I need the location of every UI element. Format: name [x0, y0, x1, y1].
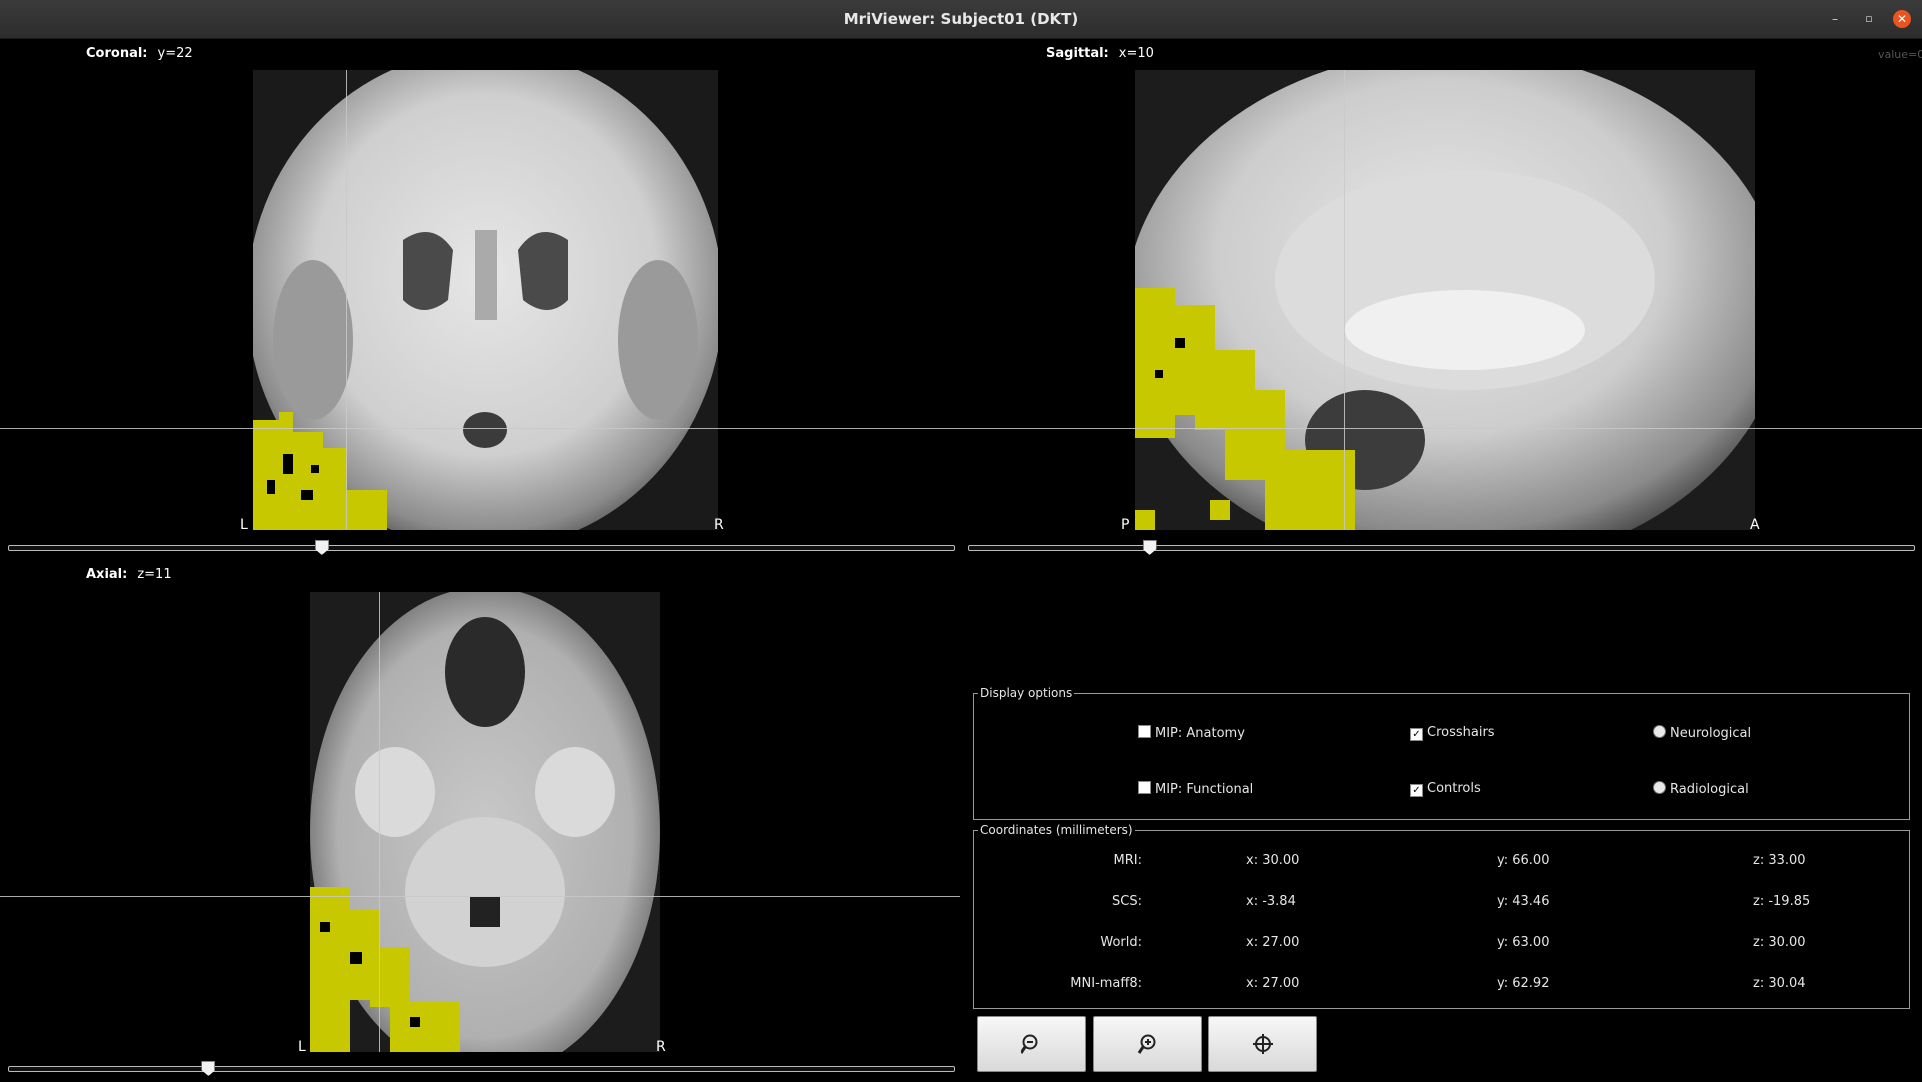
- checkbox-checked-icon[interactable]: ✓: [1410, 728, 1423, 741]
- title-bar: MriViewer: Subject01 (DKT) – ▫ ✕: [0, 0, 1922, 39]
- axial-crosshair-horizontal: [0, 896, 960, 897]
- center-crosshair-button[interactable]: [1208, 1016, 1317, 1072]
- coord-y-value: y: 43.46: [1497, 894, 1550, 909]
- controls-checkbox[interactable]: ✓ Controls: [1410, 781, 1481, 797]
- zoom-out-button[interactable]: [977, 1016, 1086, 1072]
- close-icon: ✕: [1896, 12, 1908, 26]
- zoom-out-icon: [1019, 1031, 1043, 1056]
- mip-anatomy-checkbox[interactable]: MIP: Anatomy: [1138, 725, 1245, 741]
- crosshairs-label: Crosshairs: [1427, 725, 1495, 740]
- checkbox-checked-icon[interactable]: ✓: [1410, 784, 1423, 797]
- neurological-radio[interactable]: Neurological: [1653, 725, 1751, 741]
- sagittal-image[interactable]: [1135, 70, 1755, 530]
- sagittal-coordinate: x=10: [1118, 46, 1154, 61]
- sagittal-anterior-label: A: [1750, 517, 1760, 533]
- coord-y-value: y: 62.92: [1497, 976, 1550, 991]
- axial-view-name: Axial:: [86, 567, 128, 582]
- zoom-in-icon: [1137, 1031, 1159, 1056]
- maximize-button[interactable]: ▫: [1860, 10, 1878, 28]
- sagittal-slider-handle[interactable]: [1142, 540, 1157, 555]
- coronal-left-label: L: [240, 517, 248, 533]
- axial-image[interactable]: [310, 592, 660, 1052]
- coronal-image[interactable]: [253, 70, 718, 530]
- coord-row-label: SCS:: [1112, 894, 1142, 909]
- coronal-right-label: R: [714, 517, 724, 533]
- coord-x-value: x: -3.84: [1246, 894, 1296, 909]
- coronal-crosshair-horizontal: [0, 428, 960, 429]
- radiological-label: Radiological: [1670, 782, 1749, 797]
- coronal-slider-handle[interactable]: [314, 540, 329, 555]
- minimize-icon: –: [1832, 12, 1838, 26]
- coord-row-label: World:: [1100, 935, 1142, 950]
- sagittal-posterior-label: P: [1121, 517, 1130, 533]
- coord-row-label: MRI:: [1113, 853, 1142, 868]
- coronal-coordinate: y=22: [157, 46, 193, 61]
- maximize-icon: ▫: [1865, 12, 1873, 25]
- mip-functional-label: MIP: Functional: [1155, 782, 1254, 797]
- axial-crosshair-vertical: [379, 592, 380, 1052]
- axial-view-label: Axial: z=11: [86, 567, 172, 582]
- checkbox-empty-icon[interactable]: [1138, 781, 1151, 794]
- coronal-view-name: Coronal:: [86, 46, 148, 61]
- controls-label: Controls: [1427, 781, 1481, 796]
- radio-icon[interactable]: [1653, 781, 1666, 794]
- coord-z-value: z: 33.00: [1753, 853, 1806, 868]
- sagittal-view-name: Sagittal:: [1046, 46, 1109, 61]
- coord-z-value: z: -19.85: [1753, 894, 1811, 909]
- radiological-radio[interactable]: Radiological: [1653, 781, 1749, 797]
- zoom-in-button[interactable]: [1093, 1016, 1202, 1072]
- display-options-group: Display options: [973, 686, 1910, 820]
- axial-left-label: L: [298, 1039, 306, 1055]
- mip-anatomy-label: MIP: Anatomy: [1155, 726, 1245, 741]
- axial-slice-slider[interactable]: [8, 1061, 955, 1076]
- window-title: MriViewer: Subject01 (DKT): [843, 10, 1079, 28]
- axial-slider-handle[interactable]: [201, 1061, 216, 1076]
- coronal-view-label: Coronal: y=22: [86, 46, 193, 61]
- sagittal-slice-slider[interactable]: [968, 540, 1915, 555]
- crosshair-target-icon: [1252, 1031, 1274, 1056]
- coord-z-value: z: 30.00: [1753, 935, 1806, 950]
- mip-functional-checkbox[interactable]: MIP: Functional: [1138, 781, 1253, 797]
- sagittal-crosshair-vertical: [1344, 70, 1345, 530]
- close-button[interactable]: ✕: [1893, 10, 1911, 28]
- display-options-legend: Display options: [980, 686, 1073, 700]
- axial-coordinate: z=11: [137, 567, 172, 582]
- coronal-slice-slider[interactable]: [8, 540, 955, 555]
- minimize-button[interactable]: –: [1826, 10, 1844, 28]
- axial-right-label: R: [656, 1039, 666, 1055]
- sagittal-view-label: Sagittal: x=10: [1046, 46, 1154, 61]
- coord-x-value: x: 30.00: [1246, 853, 1300, 868]
- coord-y-value: y: 63.00: [1497, 935, 1550, 950]
- coronal-crosshair-vertical: [346, 70, 347, 530]
- coordinates-legend: Coordinates (millimeters): [980, 823, 1133, 837]
- sagittal-crosshair-horizontal: [960, 428, 1922, 429]
- coord-z-value: z: 30.04: [1753, 976, 1806, 991]
- coord-x-value: x: 27.00: [1246, 935, 1300, 950]
- coord-y-value: y: 66.00: [1497, 853, 1550, 868]
- crosshairs-checkbox[interactable]: ✓ Crosshairs: [1410, 725, 1495, 741]
- coord-x-value: x: 27.00: [1246, 976, 1300, 991]
- checkbox-empty-icon[interactable]: [1138, 725, 1151, 738]
- coord-row-label: MNI-maff8:: [1070, 976, 1142, 991]
- radio-icon[interactable]: [1653, 725, 1666, 738]
- neurological-label: Neurological: [1670, 726, 1752, 741]
- value-readout: value=0: [1878, 48, 1922, 61]
